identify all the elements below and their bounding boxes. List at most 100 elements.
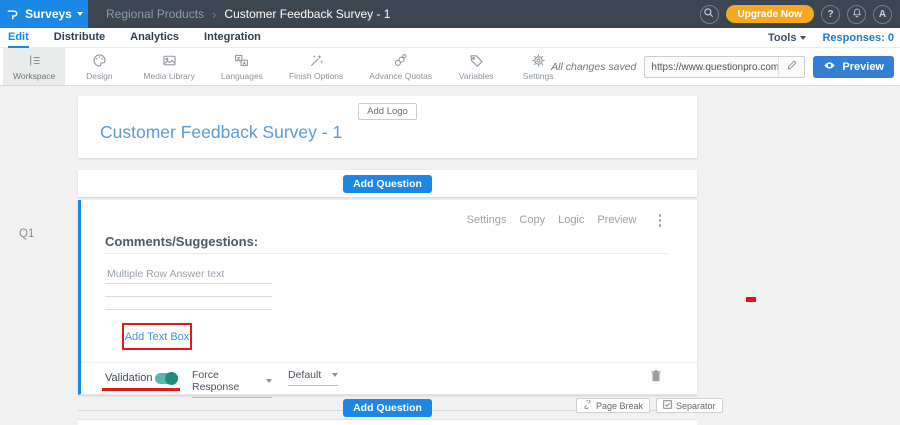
image-icon [161,52,178,69]
toolbar-item-finish-options[interactable]: Finish Options [279,48,353,85]
questionpro-logo-icon [5,7,20,22]
next-section-card [78,419,697,425]
question-actions: Settings Copy Logic Preview [467,212,663,229]
question-text[interactable]: Comments/Suggestions: [105,234,258,249]
tab-integration[interactable]: Integration [204,28,261,48]
broken-link-icon [583,400,592,411]
search-icon [703,7,715,22]
palette-icon [91,52,108,69]
toolbar-item-label: Media Library [143,71,195,81]
survey-url-box [644,56,805,78]
toolbar-item-media-library[interactable]: Media Library [133,48,205,85]
toolbar-right: All changes saved Preview [551,48,894,86]
question-logic-link[interactable]: Logic [558,214,584,226]
toolbar-item-label: Variables [459,71,494,81]
trash-icon [649,370,663,387]
surveys-menu[interactable]: Surveys [0,0,88,28]
avatar-initial: A [879,9,886,20]
topbar-actions: Upgrade Now ? A [700,5,900,24]
more-options-icon[interactable] [657,212,664,229]
help-icon: ? [827,9,833,20]
nav-bar: Edit Distribute Analytics Integration To… [0,28,900,48]
annotation-underline [102,388,180,391]
add-question-strip: Add Question [78,170,697,197]
saved-status: All changes saved [551,61,636,73]
multirow-answer-input[interactable]: Multiple Row Answer text [105,268,272,310]
page-break-label: Page Break [596,401,643,411]
toolbar-item-workspace[interactable]: Workspace [3,48,65,85]
question-text-underline [105,253,668,254]
pencil-icon [786,58,798,76]
survey-title[interactable]: Customer Feedback Survey - 1 [100,122,342,143]
toolbar-item-advance-quotas[interactable]: Advance Quotas [359,48,442,85]
question-preview-link[interactable]: Preview [597,214,636,226]
search-button[interactable] [700,5,719,24]
add-logo-button[interactable]: Add Logo [358,103,417,120]
validation-label: Validation [105,372,153,384]
toolbar-item-design[interactable]: Design [71,48,127,85]
preview-label: Preview [842,61,884,73]
add-logo-row: Add Logo [78,103,697,120]
tools-menu[interactable]: Tools [768,32,807,44]
question-index: Q1 [19,228,34,240]
default-select[interactable]: Default [288,369,338,386]
gear-icon [530,52,547,69]
separator-label: Separator [676,401,716,411]
upgrade-label: Upgrade Now [738,9,802,20]
tag-icon [468,52,485,69]
bell-icon [851,7,863,22]
force-response-value: Force Response [192,369,266,393]
upgrade-button[interactable]: Upgrade Now [726,5,814,23]
product-label: Surveys [25,7,72,21]
chevron-down-icon [266,379,272,383]
answer-row-line [105,297,272,310]
toolbar-item-label: Design [86,71,112,81]
add-text-box-link[interactable]: Add Text Box [125,331,190,343]
add-question-button-top[interactable]: Add Question [343,175,432,193]
toolbar-item-variables[interactable]: Variables [448,48,504,85]
notifications-button[interactable] [847,5,866,24]
chevron-down-icon [77,12,83,16]
workspace-icon [26,52,43,69]
annotation-highlight-box: Add Text Box [122,323,192,350]
add-question-button-bottom[interactable]: Add Question [343,399,432,417]
toolbar-item-label: Settings [523,71,554,81]
help-button[interactable]: ? [821,5,840,24]
default-value: Default [288,369,321,381]
top-bar: Surveys Regional Products › Customer Fee… [0,0,900,28]
toolbar-item-label: Workspace [13,71,55,81]
questionpro-editor: Surveys Regional Products › Customer Fee… [0,0,900,425]
tab-edit[interactable]: Edit [8,28,29,48]
breadcrumb-separator: › [212,7,216,22]
survey-header-card: Add Logo Customer Feedback Survey - 1 [78,96,697,158]
force-response-select[interactable]: Force Response [192,369,272,398]
validation-toggle[interactable] [155,373,177,384]
delete-question-button[interactable] [649,368,663,388]
breadcrumb-parent[interactable]: Regional Products [106,7,204,21]
survey-url-input[interactable] [645,62,778,73]
magic-wand-icon [308,52,325,69]
avatar[interactable]: A [873,5,892,24]
toolbar-item-label: Advance Quotas [369,71,432,81]
tab-distribute[interactable]: Distribute [54,28,105,48]
edit-url-button[interactable] [778,57,804,77]
navbar-right: Tools Responses: 0 [768,32,900,44]
page-break-button[interactable]: Page Break [576,398,650,413]
toolbar-item-languages[interactable]: Languages [211,48,273,85]
breadcrumb: Regional Products › Customer Feedback Su… [106,7,390,22]
separator-button[interactable]: Separator [656,398,723,413]
question-settings-link[interactable]: Settings [467,214,507,226]
toggle-knob [165,372,178,385]
chain-links-icon [392,52,409,69]
answer-row-line [105,284,272,297]
checkbox-checked-icon [663,400,672,411]
question-card: Settings Copy Logic Preview Comments/Sug… [78,200,697,395]
responses-count[interactable]: Responses: 0 [822,32,894,44]
question-footer-row: Validation Force Response Default [81,362,697,395]
translate-icon [233,52,250,69]
chevron-down-icon [332,373,338,377]
preview-button[interactable]: Preview [813,56,894,78]
annotation-red-mark [746,297,756,302]
tab-analytics[interactable]: Analytics [130,28,179,48]
question-copy-link[interactable]: Copy [519,214,545,226]
